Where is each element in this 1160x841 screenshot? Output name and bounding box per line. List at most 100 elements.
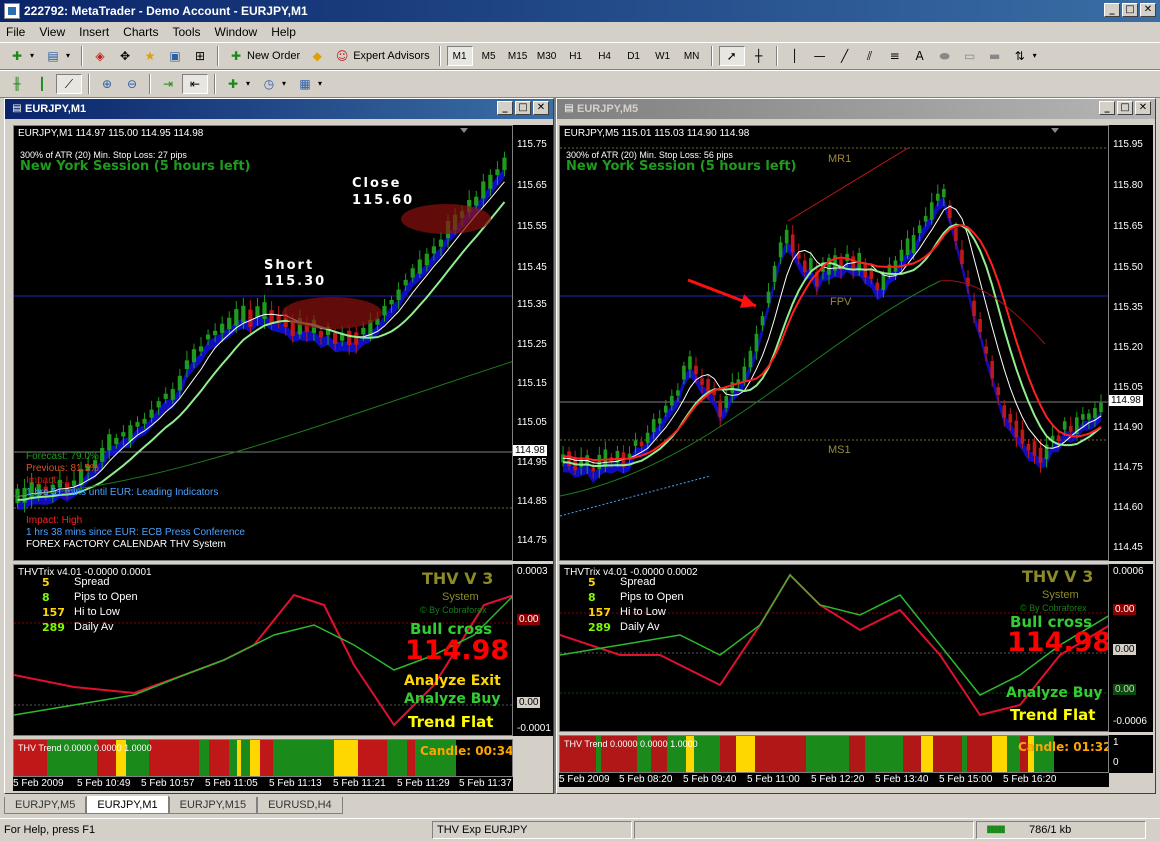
trend-bar [755, 736, 761, 772]
candle-body [1062, 421, 1067, 430]
market-watch-button[interactable]: ◈ [89, 45, 111, 67]
tab-eurjpy-m1[interactable]: EURJPY,M1 [86, 796, 169, 814]
trend-bar [199, 740, 209, 776]
timeframe-mn[interactable]: MN [679, 46, 705, 66]
timeframe-d1[interactable]: D1 [621, 46, 647, 66]
strategy-tester-button[interactable]: ⊞ [189, 45, 211, 67]
zoom-out-button[interactable]: ⊖ [121, 73, 143, 95]
trix-tick: 0.0006 [1113, 566, 1144, 577]
trix-indicator-panel[interactable]: THVTrix v4.01 -0.0000 0.0001 5 Spread 8 … [13, 564, 513, 736]
fibo-button[interactable]: ≡ [884, 45, 906, 67]
fpv-label: FPV [830, 296, 852, 308]
dropdown-arrow-icon: ▾ [65, 51, 70, 60]
trix-indicator-panel[interactable]: THVTrix v4.01 -0.0000 0.0002 5 Spread 8 … [559, 564, 1109, 732]
chart-window-title-bar[interactable]: ▤ EURJPY,M5 _ □ ✕ [557, 99, 1155, 119]
trend-bar [241, 740, 250, 776]
time-tick: 5 Feb 2009 [13, 778, 64, 789]
stat-hilo-label: Hi to Low [74, 606, 120, 618]
close-button[interactable]: ✕ [1140, 3, 1156, 17]
metaeditor-button[interactable]: ◆ [306, 45, 328, 67]
new-chart-button[interactable]: ✚ ▾ [6, 45, 39, 67]
menu-window[interactable]: Window [215, 25, 258, 39]
label-tool-button[interactable]: ▬ [984, 45, 1006, 67]
time-tick: 5 Feb 08:20 [619, 774, 673, 785]
timeframe-h4[interactable]: H4 [592, 46, 618, 66]
arrows-tool-button[interactable]: ⇅ ▾ [1009, 45, 1042, 67]
vertical-line-button[interactable]: │ [784, 45, 806, 67]
tab-eurjpy-m5[interactable]: EURJPY,M5 [4, 797, 87, 814]
crosshair-tool-button[interactable]: ┼ [748, 45, 770, 67]
time-tick: 5 Feb 09:40 [683, 774, 737, 785]
thv-trend-panel[interactable]: THV Trend 0.0000 0.0000 1.0000 Candle: 0… [559, 735, 1109, 773]
analyze-buy-label: Analyze Buy [404, 691, 501, 707]
menu-charts[interactable]: Charts [123, 25, 158, 39]
chart-maximize-button[interactable]: □ [515, 101, 531, 115]
timeframe-m5[interactable]: M5 [476, 46, 502, 66]
horizontal-line-button[interactable]: — [809, 45, 831, 67]
chart-window-eurjpy-m5[interactable]: ▤ EURJPY,M5 _ □ ✕ EURJPY,M5 115.01 115.0… [556, 98, 1156, 794]
time-tick: 5 Feb 12:20 [811, 774, 865, 785]
vertical-line-icon: │ [790, 49, 799, 63]
expert-advisors-button[interactable]: ☺ Expert Advisors [331, 45, 432, 67]
menu-help[interactable]: Help [271, 25, 296, 39]
candle-chart-button[interactable]: ┃ [31, 73, 53, 95]
navigator-button[interactable]: ★ [139, 45, 161, 67]
time-tick: 5 Feb 13:40 [875, 774, 929, 785]
timeframe-m15[interactable]: M15 [505, 46, 531, 66]
chart-maximize-button[interactable]: □ [1117, 101, 1133, 115]
bar-chart-button[interactable]: ╫ [6, 73, 28, 95]
price-chart-panel[interactable]: EURJPY,M5 115.01 115.03 114.90 114.98 30… [559, 125, 1109, 561]
terminal-button[interactable]: ▣ [164, 45, 186, 67]
maximize-button[interactable]: □ [1122, 3, 1138, 17]
ellipse-tool-button[interactable]: ⬬ [934, 45, 956, 67]
impact-label-1: Impact: ... [26, 475, 70, 486]
menu-insert[interactable]: Insert [79, 25, 109, 39]
crosshair-icon: ┼ [754, 49, 763, 63]
tab-eurjpy-m15[interactable]: EURJPY,M15 [168, 797, 258, 814]
chart-window-eurjpy-m1[interactable]: ▤ EURJPY,M1 _ □ ✕ EURJPY,M1 114.97 115.0… [4, 98, 554, 794]
channel-button[interactable]: ⫽ [859, 45, 881, 67]
trendline-button[interactable]: ╱ [834, 45, 856, 67]
chart-shift-button[interactable]: ⇤ [182, 74, 208, 94]
tab-eurusd-h4[interactable]: EURUSD,H4 [257, 797, 343, 814]
menu-view[interactable]: View [39, 25, 65, 39]
candle-body [191, 349, 197, 363]
minimize-button[interactable]: _ [1104, 3, 1120, 17]
profiles-button[interactable]: ▤ ▾ [42, 45, 75, 67]
candle-body [954, 227, 958, 241]
indicators-button[interactable]: ✚ ▾ [222, 73, 255, 95]
auto-scroll-button[interactable]: ⇥ [157, 73, 179, 95]
data-window-button[interactable]: ✥ [114, 45, 136, 67]
new-order-button[interactable]: ✚ New Order [225, 45, 303, 67]
chart-tabs: EURJPY,M5 EURJPY,M1 EURJPY,M15 EURUSD,H4 [4, 796, 343, 814]
chart-minimize-button[interactable]: _ [1099, 101, 1115, 115]
bar-chart-icon: ╫ [13, 77, 21, 91]
trix-tick: -0.0006 [1113, 716, 1147, 727]
line-chart-button[interactable]: ⟋ [56, 74, 82, 94]
cursor-tool-button[interactable]: ➚ [718, 46, 745, 66]
timeframe-w1[interactable]: W1 [650, 46, 676, 66]
fibonacci-icon: ≡ [889, 49, 900, 63]
last-price-marker: 114.98 [513, 445, 547, 456]
chart-close-button[interactable]: ✕ [533, 101, 549, 115]
candle-body [276, 315, 281, 321]
thv-trend-panel[interactable]: THV Trend 0.0000 0.0000 1.0000 Candle: 0… [13, 739, 513, 777]
chart-minimize-button[interactable]: _ [497, 101, 513, 115]
templates-button[interactable]: ▦ ▾ [294, 73, 327, 95]
chart-window-title-bar[interactable]: ▤ EURJPY,M1 _ □ ✕ [5, 99, 553, 119]
price-chart-panel[interactable]: EURJPY,M1 114.97 115.00 114.95 114.98 30… [13, 125, 513, 561]
timeframe-h1[interactable]: H1 [563, 46, 589, 66]
candle-body [802, 260, 807, 273]
chart-close-button[interactable]: ✕ [1135, 101, 1151, 115]
rectangle-tool-button[interactable]: ▭ [959, 45, 981, 67]
timeframe-m30[interactable]: M30 [534, 46, 560, 66]
text-tool-button[interactable]: A [909, 45, 931, 67]
menu-tools[interactable]: Tools [173, 25, 201, 39]
timeframe-m1[interactable]: M1 [446, 46, 473, 66]
indicators-icon: ✚ [227, 77, 239, 91]
candle-body [205, 334, 211, 340]
menu-file[interactable]: File [6, 25, 25, 39]
zoom-in-button[interactable]: ⊕ [96, 73, 118, 95]
trix-tick: -0.0001 [517, 723, 551, 734]
periods-button[interactable]: ◷ ▾ [258, 73, 291, 95]
